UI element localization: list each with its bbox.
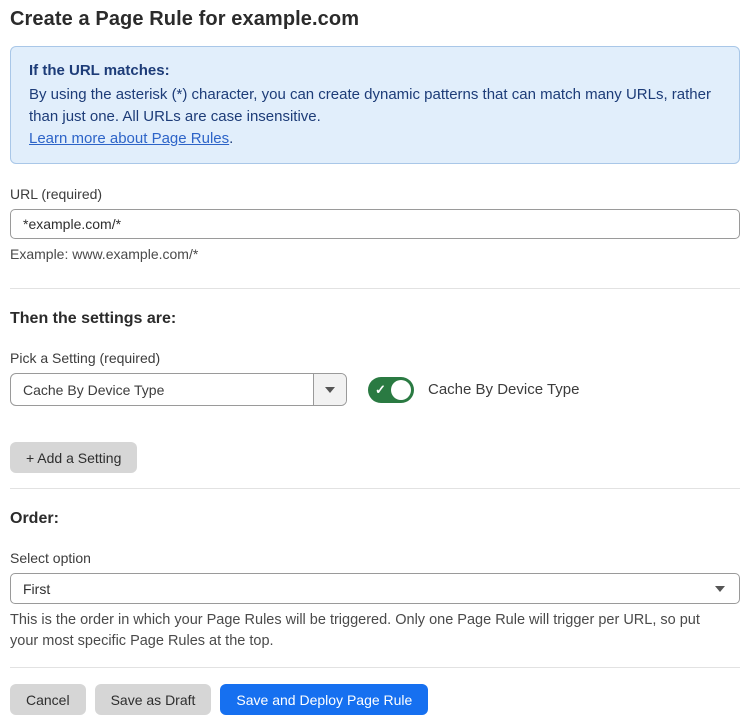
chevron-down-icon <box>715 586 725 592</box>
toggle-knob <box>391 380 411 400</box>
settings-section-heading: Then the settings are: <box>10 310 740 328</box>
cancel-button[interactable]: Cancel <box>10 684 86 715</box>
url-field-helper: Example: www.example.com/* <box>10 246 740 262</box>
page-title: Create a Page Rule for example.com <box>10 8 740 31</box>
setting-row: Cache By Device Type ✓ Cache By Device T… <box>10 373 740 406</box>
save-and-deploy-button[interactable]: Save and Deploy Page Rule <box>220 684 428 715</box>
divider <box>10 488 740 489</box>
order-section-heading: Order: <box>10 510 740 528</box>
chevron-down-icon <box>325 387 335 393</box>
divider <box>10 667 740 668</box>
url-match-info-box: If the URL matches: By using the asteris… <box>10 46 740 164</box>
toggle-label: Cache By Device Type <box>428 381 579 398</box>
info-box-heading: If the URL matches: <box>29 60 721 82</box>
link-suffix: . <box>229 130 233 147</box>
learn-more-link[interactable]: Learn more about Page Rules <box>29 130 229 147</box>
order-helper-text: This is the order in which your Page Rul… <box>10 610 730 652</box>
pick-setting-label: Pick a Setting (required) <box>10 350 740 366</box>
setting-dropdown-arrow-button[interactable] <box>313 374 346 405</box>
divider <box>10 288 740 289</box>
order-select[interactable]: First <box>10 573 740 604</box>
page-rule-form: Create a Page Rule for example.com If th… <box>0 0 750 715</box>
info-box-link-line: Learn more about Page Rules. <box>29 128 721 150</box>
info-box-body: By using the asterisk (*) character, you… <box>29 84 721 128</box>
url-input[interactable] <box>10 209 740 239</box>
add-setting-button[interactable]: + Add a Setting <box>10 442 137 473</box>
check-icon: ✓ <box>375 382 386 395</box>
footer-buttons: Cancel Save as Draft Save and Deploy Pag… <box>10 684 740 715</box>
setting-dropdown[interactable]: Cache By Device Type <box>10 373 347 406</box>
select-option-label: Select option <box>10 550 740 566</box>
cache-device-toggle[interactable]: ✓ <box>368 377 414 403</box>
setting-dropdown-value: Cache By Device Type <box>11 374 313 405</box>
url-field-label: URL (required) <box>10 186 740 202</box>
order-select-value: First <box>23 581 50 597</box>
save-as-draft-button[interactable]: Save as Draft <box>95 684 212 715</box>
